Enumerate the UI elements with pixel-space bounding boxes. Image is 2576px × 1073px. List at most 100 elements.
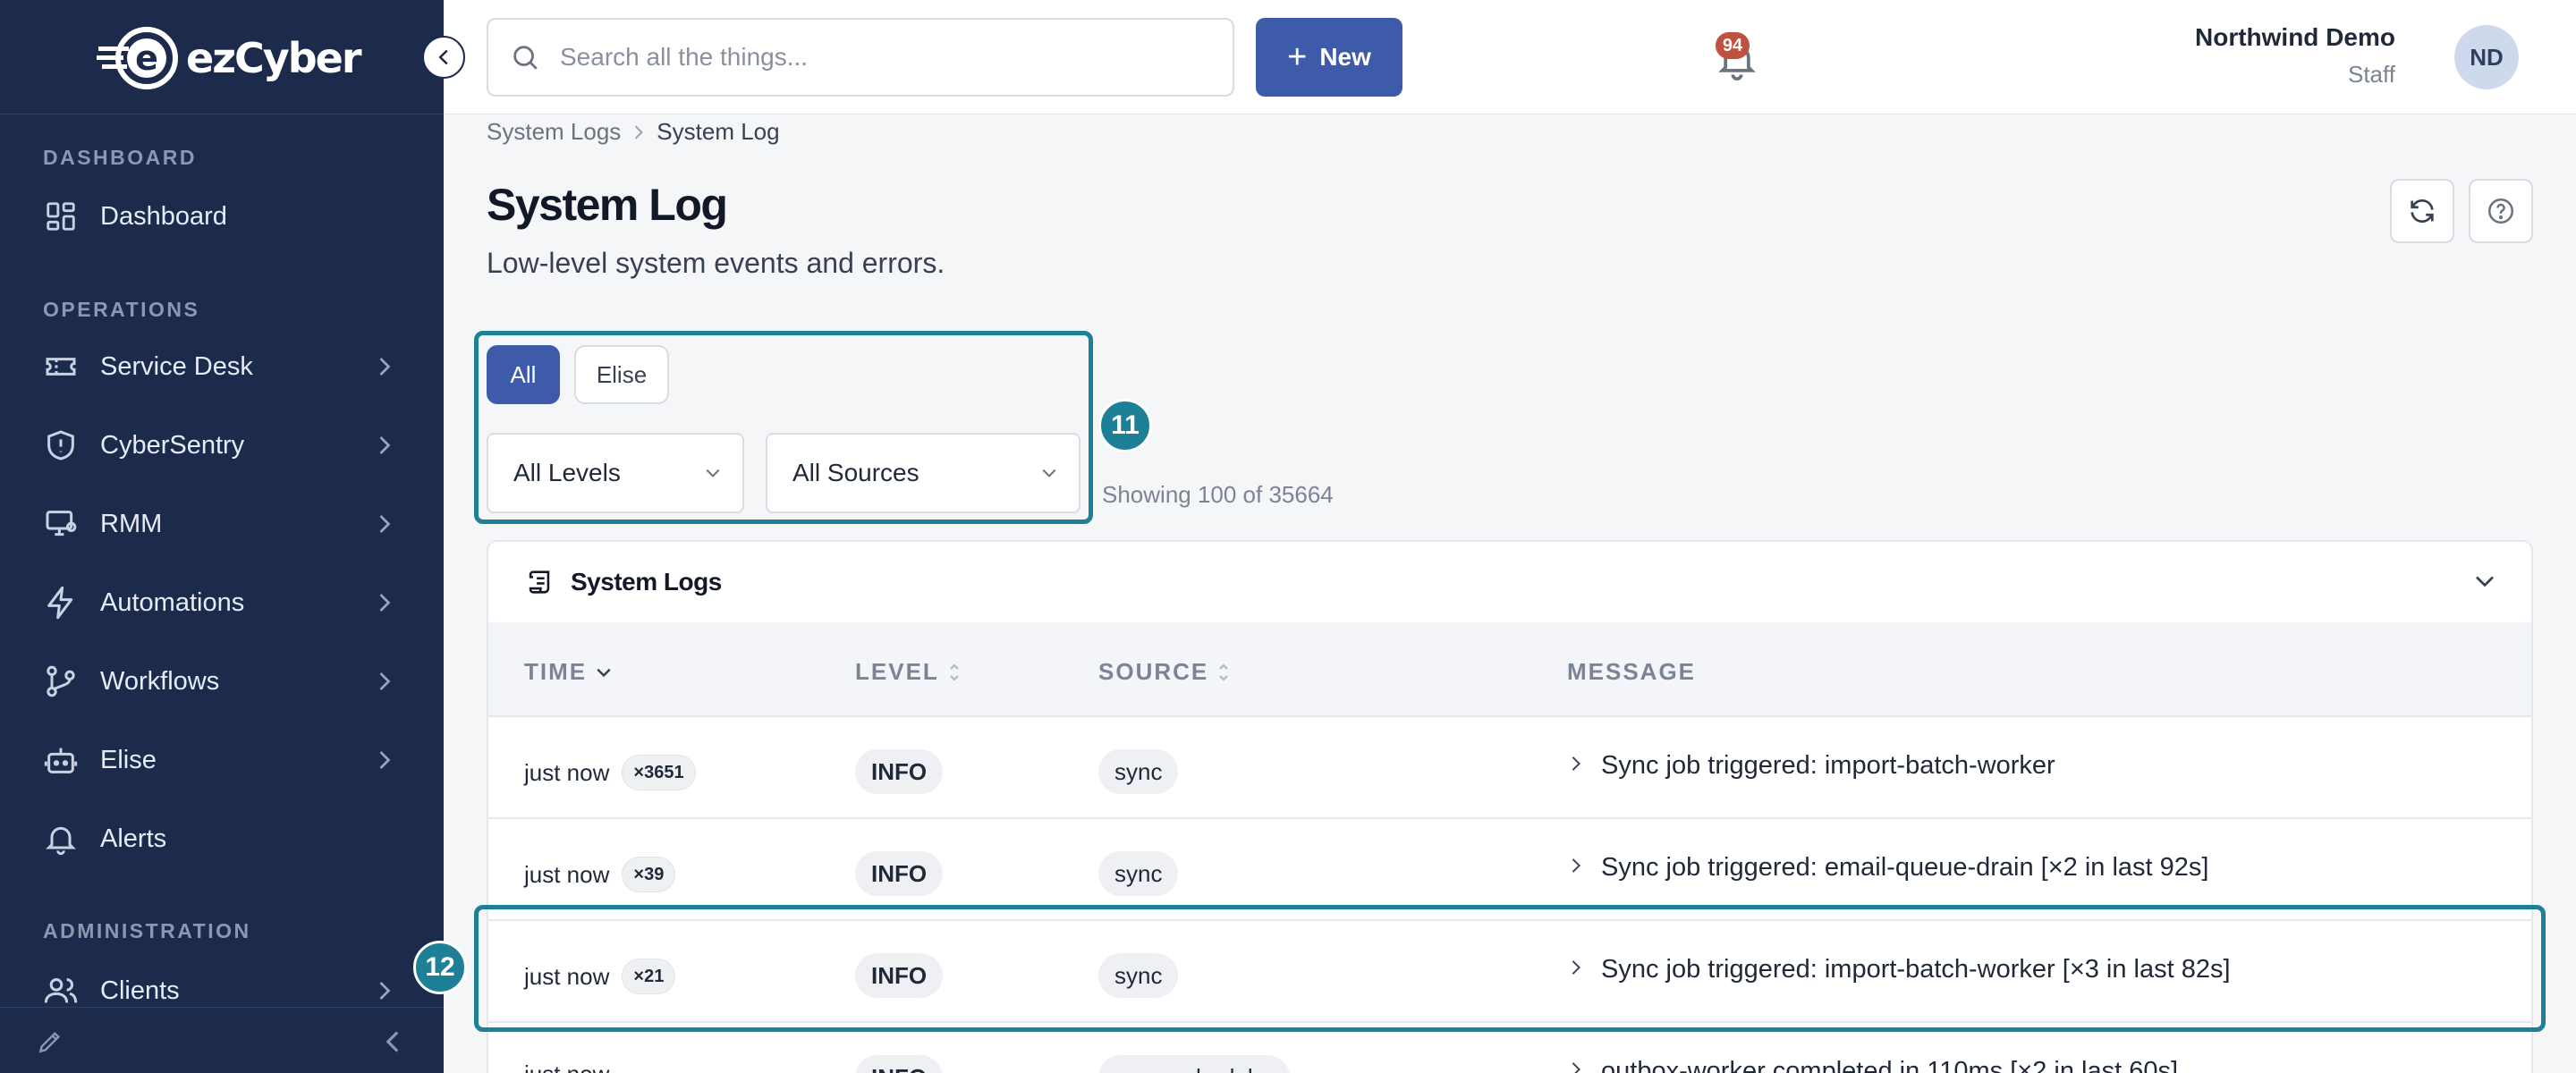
chevron-right-icon: [379, 751, 391, 769]
chevron-down-icon: [706, 469, 720, 477]
expand-chevron-icon: [1572, 1061, 1580, 1073]
level-badge: INFO: [855, 749, 944, 794]
message-cell[interactable]: Sync job triggered: email-queue-drain [×…: [1571, 853, 2208, 883]
chevron-right-icon: [379, 515, 391, 533]
card-title: System Logs: [571, 568, 722, 596]
scroll-icon: [529, 570, 550, 594]
message-cell[interactable]: Sync job triggered: import-batch-worker: [1571, 751, 2055, 781]
help-icon: [2487, 198, 2514, 224]
column-header-time[interactable]: TIME: [524, 658, 612, 686]
refresh-icon: [2411, 199, 2434, 223]
section-label-dashboard: DASHBOARD: [43, 146, 197, 169]
logo-mark-icon: e: [97, 27, 178, 89]
help-button[interactable]: [2469, 179, 2533, 243]
sidebar-item-workflows[interactable]: Workflows: [0, 646, 444, 717]
sidebar-item-alerts[interactable]: Alerts: [0, 803, 444, 874]
user-role: Staff: [2347, 61, 2395, 88]
card-header[interactable]: System Logs: [488, 542, 2531, 622]
refresh-button[interactable]: [2390, 179, 2454, 243]
message-text: outbox-worker completed in 110ms [×2 in …: [1601, 1057, 2179, 1073]
tab-elise[interactable]: Elise: [574, 345, 669, 404]
repeat-count-badge: ×39: [622, 857, 676, 892]
tab-all[interactable]: All: [487, 345, 560, 404]
message-text: Sync job triggered: email-queue-drain [×…: [1601, 853, 2209, 882]
sidebar-item-label: Clients: [100, 976, 180, 1005]
new-button-label: New: [1319, 43, 1371, 71]
time-text: just now: [524, 1060, 609, 1073]
source-select[interactable]: All Sources: [766, 433, 1080, 513]
column-header-message: MESSAGE: [1567, 658, 1696, 686]
results-count: Showing 100 of 35664: [1102, 481, 1334, 508]
step-badge-filters: 11: [1098, 399, 1152, 452]
collapse-sidebar-icon[interactable]: [383, 1029, 402, 1059]
dashboard-icon: [43, 199, 79, 234]
column-label: LEVEL: [855, 658, 939, 685]
row-highlight: [474, 905, 2546, 1032]
level-badge: INFO: [855, 1055, 944, 1073]
monitor-icon: [43, 506, 79, 542]
sidebar-item-cybersentry[interactable]: CyberSentry: [0, 410, 444, 481]
source-badge: sync: [1098, 851, 1179, 896]
table-row[interactable]: just now ×3651 INFO sync Sync job trigge…: [488, 717, 2531, 819]
source-select-value: All Sources: [792, 459, 919, 486]
chevron-left-icon: [438, 49, 448, 65]
bot-icon: [43, 742, 79, 778]
sidebar-item-rmm[interactable]: RMM: [0, 488, 444, 560]
search-box[interactable]: [487, 18, 1234, 97]
step-badge-row: 12: [413, 941, 467, 994]
table-header: TIME LEVEL SOURCE MESSAGE: [488, 622, 2531, 717]
section-label-administration: ADMINISTRATION: [43, 919, 251, 942]
sidebar-item-label: CyberSentry: [100, 430, 245, 460]
edit-icon[interactable]: [36, 1027, 64, 1060]
search-input[interactable]: [560, 43, 1204, 72]
chevron-down-icon[interactable]: [2474, 574, 2496, 588]
column-header-source[interactable]: SOURCE: [1098, 658, 1230, 686]
avatar[interactable]: ND: [2454, 25, 2519, 89]
bolt-icon: [43, 585, 79, 621]
sidebar-item-automations[interactable]: Automations: [0, 567, 444, 638]
time-text: just now: [524, 860, 610, 888]
expand-chevron-icon: [1572, 858, 1580, 873]
svg-text:e: e: [135, 38, 158, 78]
time-cell: just now ×3651: [524, 755, 696, 790]
section-label-operations: OPERATIONS: [43, 298, 200, 321]
user-name[interactable]: Northwind Demo: [2195, 23, 2395, 52]
topbar: + New: [444, 0, 2576, 114]
sort-icon: [1219, 663, 1229, 681]
sidebar-item-label: Alerts: [100, 824, 167, 853]
column-label: SOURCE: [1098, 658, 1209, 685]
chevron-right-icon: [379, 672, 391, 690]
column-label: TIME: [524, 658, 588, 685]
sidebar-collapse-button[interactable]: [422, 36, 465, 79]
users-icon: [43, 973, 79, 1009]
shield-icon: [43, 427, 79, 463]
chevron-right-icon: [379, 982, 391, 1000]
column-label: MESSAGE: [1567, 658, 1697, 685]
sidebar-item-elise[interactable]: Elise: [0, 724, 444, 796]
chevron-right-icon: [379, 594, 391, 612]
message-text: Sync job triggered: import-batch-worker: [1601, 751, 2055, 780]
new-button[interactable]: + New: [1256, 18, 1402, 97]
notification-count-badge: 94: [1716, 32, 1750, 59]
page-subtitle: Low-level system events and errors.: [487, 247, 945, 279]
workflow-icon: [43, 663, 79, 699]
sidebar-item-label: Dashboard: [100, 201, 227, 231]
app-logo[interactable]: e ezCyber: [97, 20, 362, 97]
ticket-icon: [43, 349, 79, 384]
level-select[interactable]: All Levels: [487, 433, 744, 513]
sidebar-item-service-desk[interactable]: Service Desk: [0, 331, 444, 402]
chevron-down-icon: [1042, 469, 1056, 477]
chevron-right-icon: [379, 436, 391, 454]
page-title: System Log: [487, 180, 728, 230]
sidebar-footer: [0, 1007, 444, 1073]
column-header-level[interactable]: LEVEL: [855, 658, 961, 686]
sidebar-item-label: Workflows: [100, 666, 220, 696]
chevron-right-icon: [635, 125, 644, 139]
sort-desc-icon: [597, 668, 611, 677]
sidebar-item-label: Automations: [100, 587, 245, 617]
message-cell[interactable]: outbox-worker completed in 110ms [×2 in …: [1571, 1057, 2178, 1073]
expand-chevron-icon: [1572, 756, 1580, 771]
breadcrumb-parent-link[interactable]: System Logs: [487, 118, 621, 146]
sidebar-item-dashboard[interactable]: Dashboard: [0, 181, 444, 252]
level-select-value: All Levels: [513, 459, 621, 486]
